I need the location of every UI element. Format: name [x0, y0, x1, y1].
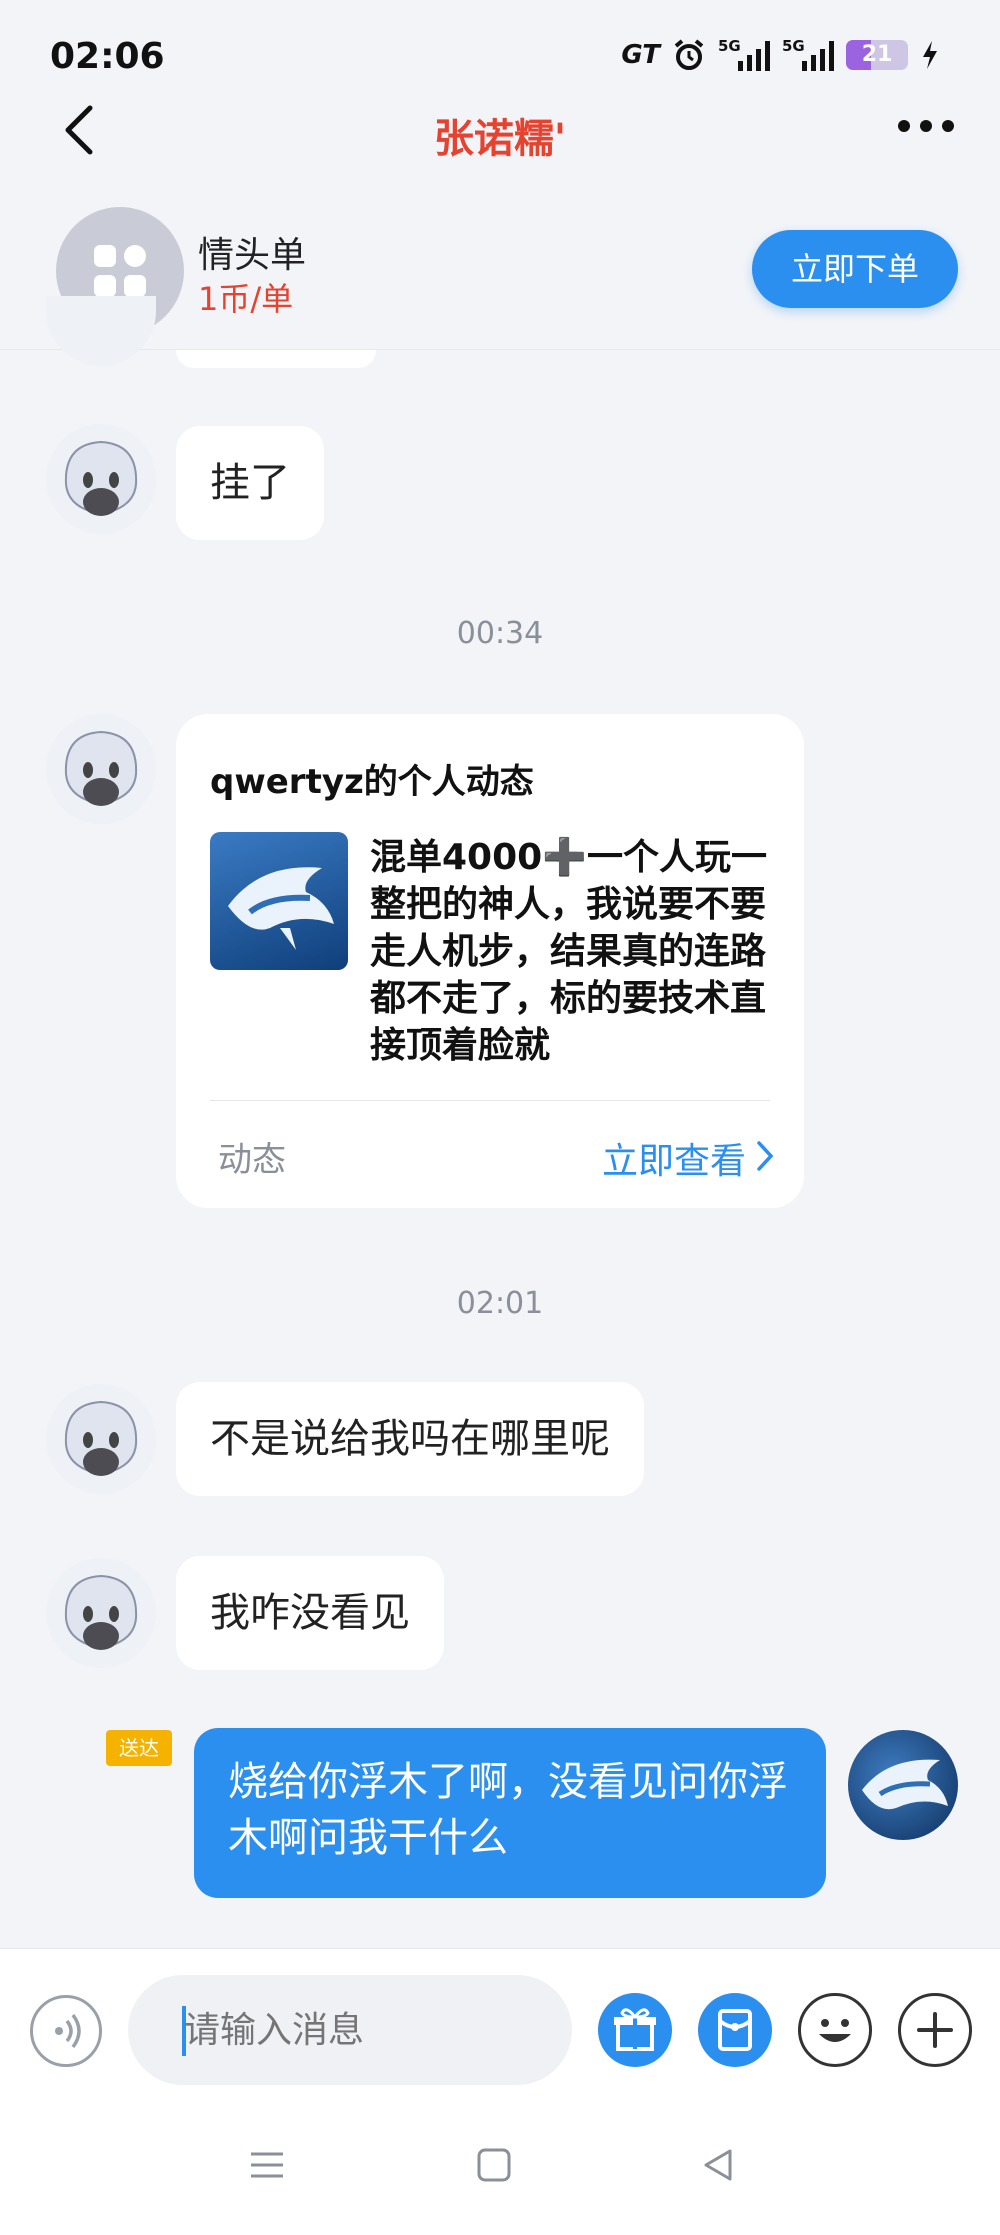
message-bubble[interactable]: 我咋没看见 — [176, 1556, 444, 1670]
title-bar: 张诺糯' — [0, 90, 1000, 170]
avatar[interactable] — [46, 296, 156, 366]
clock: 02:06 — [50, 36, 165, 77]
message-bubble[interactable]: 不是说给我吗在哪里呢 — [176, 1382, 644, 1496]
anime-avatar-icon — [64, 440, 138, 516]
avatar[interactable] — [46, 424, 156, 534]
menu-icon[interactable] — [248, 2146, 286, 2184]
home-icon[interactable] — [476, 2146, 512, 2184]
card-type-label: 动态 — [218, 1140, 286, 1180]
avatar[interactable] — [46, 714, 156, 824]
plus-icon — [917, 2012, 953, 2048]
more-actions-button[interactable] — [898, 1993, 972, 2067]
avatar[interactable] — [46, 1384, 156, 1494]
battery-icon: 21 — [846, 40, 908, 70]
more-options-icon[interactable] — [896, 116, 956, 136]
timestamp: 02:01 — [456, 1286, 544, 1321]
message-input-bar — [0, 1948, 1000, 2108]
anime-avatar-icon — [64, 1574, 138, 1650]
smiley-icon — [819, 2019, 851, 2042]
shark-logo-icon — [862, 1759, 948, 1810]
charging-icon — [923, 41, 937, 69]
card-excerpt: 混单4000➕一个人玩一整把的神人，我说要不要走人机步，结果真的连路都不走了，标… — [370, 837, 768, 1066]
signal-icon-2: 5G — [782, 37, 834, 71]
voice-icon — [55, 2013, 81, 2049]
alarm-icon — [674, 39, 704, 70]
back-icon[interactable] — [700, 2146, 736, 2184]
emoji-button[interactable] — [798, 1993, 872, 2067]
delivered-badge: 送达 — [106, 1730, 172, 1766]
card-thumbnail — [210, 832, 348, 970]
message-input[interactable] — [128, 1975, 572, 2085]
signal-icon: 5G — [718, 37, 770, 71]
card-title: qwertyz的个人动态 — [210, 762, 534, 802]
message-bubble[interactable]: 挂了 — [176, 426, 324, 540]
avatar[interactable] — [46, 1558, 156, 1668]
text-cursor — [182, 2006, 186, 2056]
clipped-bubble — [176, 350, 376, 368]
sent-message-bubble[interactable]: 烧给你浮木了啊，没看见问你浮木啊问我干什么 — [194, 1728, 826, 1898]
system-nav-bar — [0, 2108, 1000, 2235]
view-now-link[interactable]: 立即查看 — [602, 1132, 746, 1184]
voice-input-button[interactable] — [30, 1995, 102, 2067]
anime-avatar-icon — [64, 730, 138, 806]
apps-grid-icon — [94, 245, 146, 297]
chat-title: 张诺糯' — [433, 116, 567, 162]
divider — [210, 1100, 770, 1101]
red-packet-button[interactable] — [698, 1993, 772, 2067]
timestamp: 00:34 — [456, 616, 544, 651]
service-price: 1币/单 — [198, 280, 294, 318]
red-packet-icon — [718, 2009, 752, 2051]
gift-icon — [614, 2008, 656, 2051]
service-name: 情头单 — [198, 235, 307, 276]
order-now-button[interactable]: 立即下单 — [752, 230, 958, 308]
moment-share-card[interactable]: qwertyz的个人动态 混单4000➕一个人玩一整把的神人，我说要不要走人机步… — [176, 714, 804, 1208]
my-avatar[interactable] — [848, 1730, 958, 1840]
shark-logo-icon — [228, 867, 334, 950]
gift-button[interactable] — [598, 1993, 672, 2067]
status-icons: GT 5G 5G 21 — [621, 37, 940, 72]
carrier-badge: GT — [621, 40, 660, 70]
chevron-right-icon — [757, 1141, 774, 1171]
anime-avatar-icon — [64, 1400, 138, 1476]
